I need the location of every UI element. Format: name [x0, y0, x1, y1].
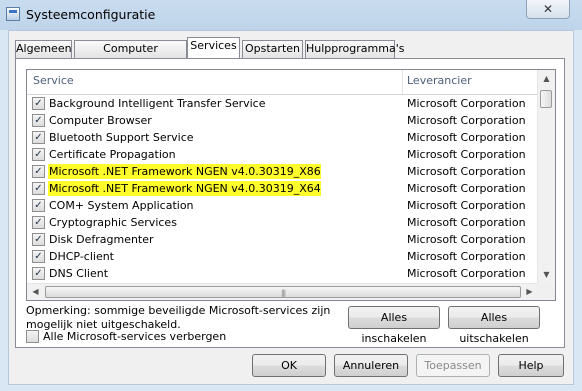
services-list[interactable]: Service Leverancier ✓ Background Intellig… — [26, 69, 556, 301]
service-name: Computer Browser — [49, 114, 152, 127]
tab-services[interactable]: Services — [187, 37, 240, 58]
service-checkbox[interactable]: ✓ — [32, 250, 45, 263]
service-vendor: Microsoft Corporation — [407, 148, 526, 161]
msconfig-app-icon — [6, 7, 20, 21]
column-header-vendor[interactable]: Leverancier — [405, 70, 537, 94]
service-row[interactable]: ✓ Disk Defragmenter Microsoft Corporation — [27, 231, 537, 248]
list-header: Service Leverancier — [27, 70, 537, 95]
service-checkbox[interactable]: ✓ — [32, 182, 45, 195]
services-tab-panel: Service Leverancier ✓ Background Intellig… — [15, 58, 565, 348]
close-button[interactable]: ✕ — [526, 0, 570, 19]
service-checkbox[interactable]: ✓ — [32, 216, 45, 229]
scrollbar-corner — [537, 283, 555, 300]
horizontal-scroll-thumb[interactable]: ||| — [45, 286, 521, 298]
service-name: Microsoft .NET Framework NGEN v4.0.30319… — [48, 181, 321, 196]
service-rows: ✓ Background Intelligent Transfer Service… — [27, 95, 537, 282]
scroll-down-icon[interactable]: ▼ — [538, 266, 555, 283]
service-checkbox[interactable]: ✓ — [32, 233, 45, 246]
service-name: Disk Defragmenter — [49, 233, 154, 246]
service-name: Bluetooth Support Service — [49, 131, 194, 144]
service-vendor: Microsoft Corporation — [407, 131, 526, 144]
ok-button[interactable]: OK — [252, 354, 326, 377]
service-name: DHCP-client — [49, 250, 114, 263]
service-row[interactable]: ✓ DNS Client Microsoft Corporation — [27, 265, 537, 282]
protected-services-note: Opmerking: sommige beveiligde Microsoft-… — [26, 304, 331, 331]
service-row[interactable]: ✓ Certificate Propagation Microsoft Corpor… — [27, 146, 537, 163]
vertical-scrollbar[interactable]: ▲ ▼ — [537, 70, 555, 300]
apply-button[interactable]: Toepassen — [416, 354, 490, 377]
tab-startup[interactable]: Opstarten — [242, 40, 303, 58]
hide-microsoft-services-checkbox[interactable] — [26, 330, 39, 343]
service-checkbox[interactable]: ✓ — [32, 97, 45, 110]
service-row[interactable]: ✓ COM+ System Application Microsoft Corpor… — [27, 197, 537, 214]
service-vendor: Microsoft Corporation — [407, 250, 526, 263]
window-title: Systeemconfiguratie — [26, 7, 156, 22]
service-vendor: Microsoft Corporation — [407, 182, 526, 195]
service-vendor: Microsoft Corporation — [407, 233, 526, 246]
column-header-service[interactable]: Service — [27, 70, 403, 94]
service-vendor: Microsoft Corporation — [407, 216, 526, 229]
dialog-client-area: Algemeen Computer opstarten Services Ops… — [8, 30, 574, 385]
system-configuration-window: Systeemconfiguratie ✕ Algemeen Computer … — [0, 0, 582, 391]
disable-all-button[interactable]: Alles uitschakelen — [448, 306, 540, 345]
service-vendor: Microsoft Corporation — [407, 199, 526, 212]
service-row[interactable]: ✓ Cryptographic Services Microsoft Corpora… — [27, 214, 537, 231]
service-row[interactable]: ✓ Microsoft .NET Framework NGEN v4.0.3031… — [27, 180, 537, 197]
service-name: Cryptographic Services — [49, 216, 177, 229]
service-name: COM+ System Application — [49, 199, 194, 212]
service-checkbox[interactable]: ✓ — [32, 148, 45, 161]
service-vendor: Microsoft Corporation — [407, 267, 526, 280]
close-icon: ✕ — [542, 2, 554, 16]
service-checkbox[interactable]: ✓ — [32, 165, 45, 178]
hide-microsoft-services-label[interactable]: Alle Microsoft-services verbergen — [43, 329, 226, 344]
scroll-up-icon[interactable]: ▲ — [538, 70, 555, 87]
vertical-scroll-thumb[interactable] — [540, 90, 552, 108]
service-name: Background Intelligent Transfer Service — [49, 97, 266, 110]
scroll-left-icon[interactable]: ◀ — [27, 284, 44, 300]
service-vendor: Microsoft Corporation — [407, 165, 526, 178]
service-row[interactable]: ✓ Microsoft .NET Framework NGEN v4.0.3031… — [27, 163, 537, 180]
tab-tools[interactable]: Hulpprogramma's — [305, 40, 404, 58]
service-row[interactable]: ✓ Background Intelligent Transfer Service… — [27, 95, 537, 112]
service-checkbox[interactable]: ✓ — [32, 199, 45, 212]
service-row[interactable]: ✓ Bluetooth Support Service Microsoft Corp… — [27, 129, 537, 146]
service-name: Certificate Propagation — [49, 148, 176, 161]
service-checkbox[interactable]: ✓ — [32, 114, 45, 127]
service-vendor: Microsoft Corporation — [407, 97, 526, 110]
service-row[interactable]: ✓ Computer Browser Microsoft Corporation — [27, 112, 537, 129]
service-checkbox[interactable]: ✓ — [32, 267, 45, 280]
tab-startup-computer[interactable]: Computer opstarten — [74, 40, 187, 71]
scroll-right-icon[interactable]: ▶ — [521, 284, 538, 300]
cancel-button[interactable]: Annuleren — [334, 354, 408, 377]
enable-all-button[interactable]: Alles inschakelen — [348, 306, 440, 345]
help-button[interactable]: Help — [498, 354, 564, 377]
scroll-grip-icon: ||| — [281, 289, 286, 297]
service-vendor: Microsoft Corporation — [407, 114, 526, 127]
tab-general[interactable]: Algemeen — [15, 40, 72, 58]
title-bar: Systeemconfiguratie ✕ — [0, 0, 582, 30]
horizontal-scrollbar[interactable]: ◀ ||| ▶ — [27, 283, 539, 300]
service-name: Microsoft .NET Framework NGEN v4.0.30319… — [48, 164, 321, 179]
service-row[interactable]: ✓ DHCP-client Microsoft Corporation — [27, 248, 537, 265]
service-checkbox[interactable]: ✓ — [32, 131, 45, 144]
service-name: DNS Client — [49, 267, 109, 280]
